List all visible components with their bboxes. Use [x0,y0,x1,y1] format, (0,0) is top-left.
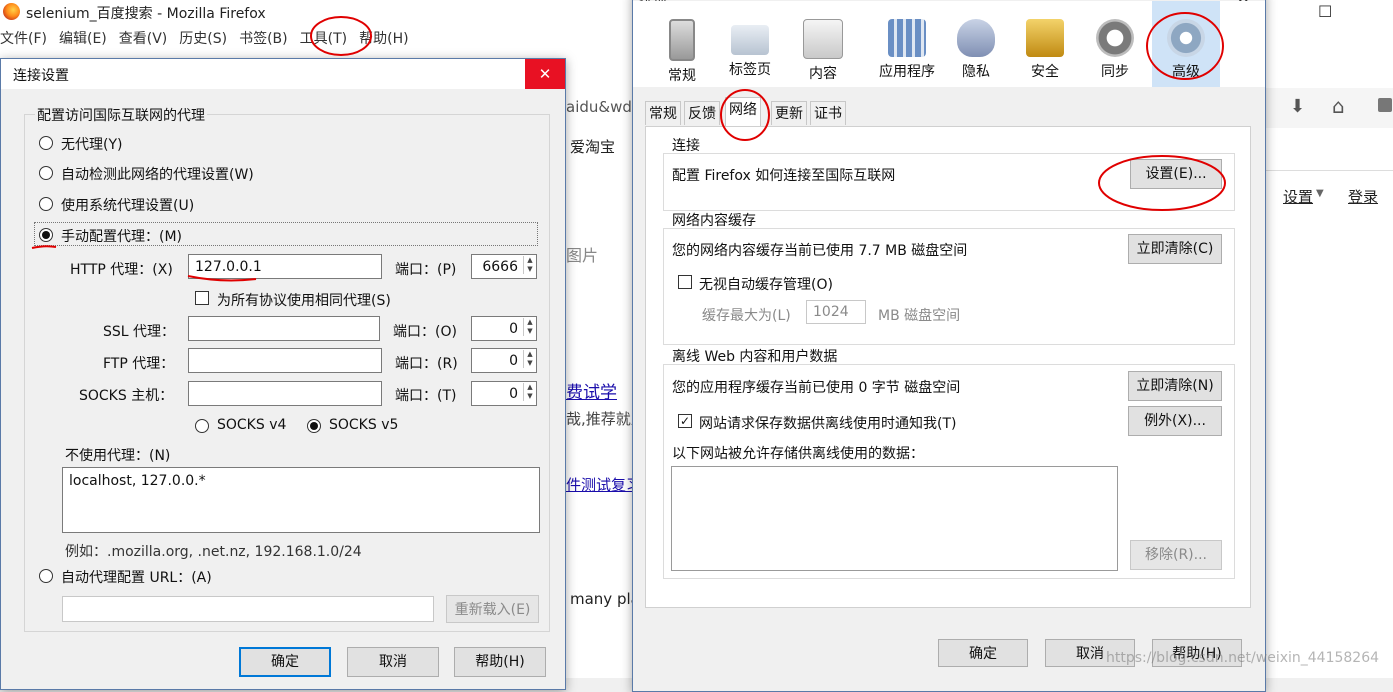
watermark: https://blog.csdn.net/weixin_44158264 [1106,650,1380,666]
manual-underline-annotation [31,245,57,249]
network-tab-annotation [720,89,770,141]
settings-button-annotation [1098,155,1226,211]
tools-menu-annotation [310,16,372,56]
advanced-annotation [1146,12,1224,80]
http-underline-annotation [187,275,257,282]
annotation-overlay [31,12,1226,282]
